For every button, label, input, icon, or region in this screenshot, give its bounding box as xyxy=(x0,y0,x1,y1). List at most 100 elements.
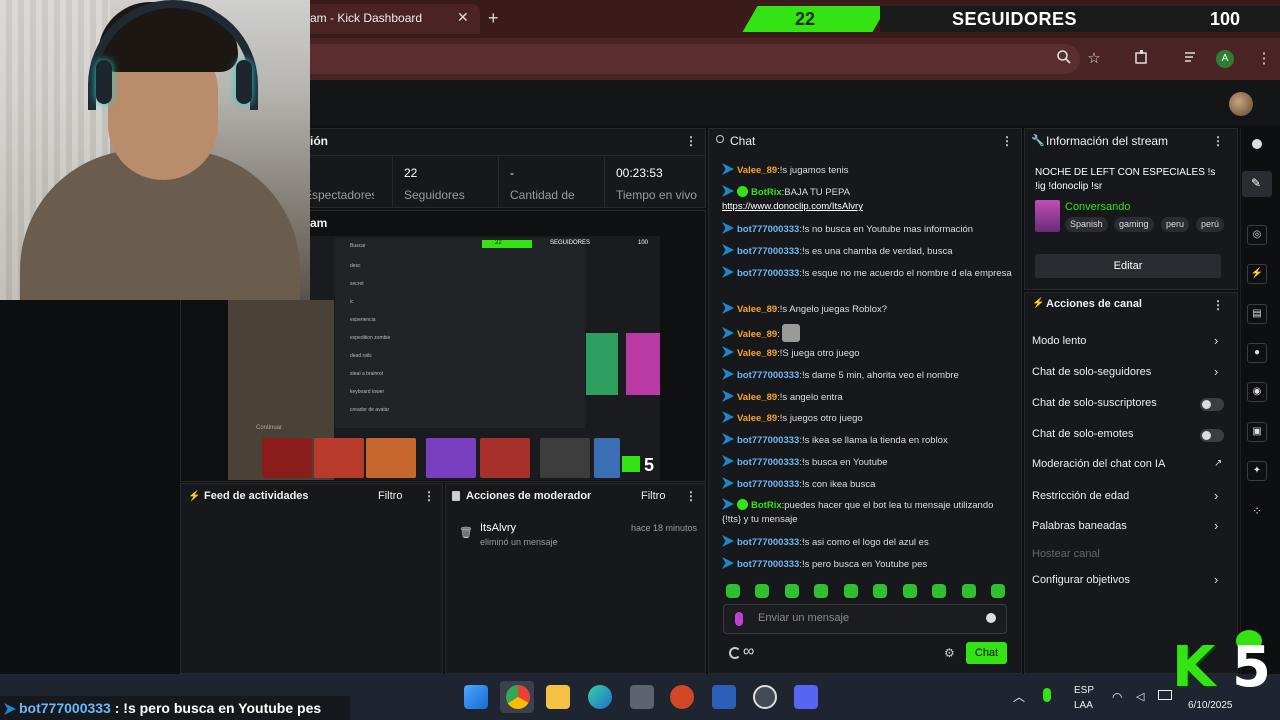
channel-action-item[interactable]: Moderación del chat con IA xyxy=(1032,458,1232,470)
stream-category[interactable]: Conversando xyxy=(1065,201,1130,213)
new-tab-icon[interactable]: + xyxy=(488,8,499,29)
chat-username[interactable]: bot777000333 xyxy=(737,537,799,548)
moderator-entry-user[interactable]: ItsAlvry xyxy=(480,522,516,534)
volume-icon[interactable]: ◁ xyxy=(1136,690,1144,703)
session-menu-icon[interactable]: ⋮ xyxy=(685,134,697,148)
broadcast-icon[interactable]: ◉ xyxy=(1247,382,1267,402)
chat-username[interactable]: Valee_89 xyxy=(737,304,777,315)
activity-filter-button[interactable]: Filtro xyxy=(378,490,402,502)
emote-button[interactable] xyxy=(814,584,828,598)
stack-icon[interactable]: ▣ xyxy=(1247,422,1267,442)
tray-language-layout[interactable]: LAA xyxy=(1074,700,1093,711)
activity-menu-icon[interactable]: ⋮ xyxy=(423,489,435,503)
channel-action-item[interactable]: Palabras baneadas xyxy=(1032,520,1232,532)
chat-username[interactable]: Valee_89 xyxy=(737,348,777,359)
chat-message: BotRix:BAJA TU PEPA https://www.donoclip.… xyxy=(722,185,1012,214)
emote-button[interactable] xyxy=(785,584,799,598)
file-explorer-icon[interactable] xyxy=(546,685,570,709)
toggle-switch[interactable] xyxy=(1200,429,1224,442)
chat-username[interactable]: Valee_89 xyxy=(737,329,777,340)
powerpoint-icon[interactable] xyxy=(670,685,694,709)
user-avatar[interactable] xyxy=(1229,92,1253,116)
info-icon[interactable] xyxy=(1252,139,1262,149)
chat-username[interactable]: bot777000333 xyxy=(737,479,799,490)
wifi-icon[interactable]: ◠ xyxy=(1112,690,1122,704)
moderator-entry-time: hace 18 minutos xyxy=(631,523,698,533)
chrome-icon[interactable] xyxy=(506,685,530,709)
obs-icon[interactable] xyxy=(753,685,777,709)
close-tab-icon[interactable]: ✕ xyxy=(457,9,469,26)
infinity-icon[interactable]: ∞ xyxy=(743,643,754,661)
profile-avatar[interactable]: A xyxy=(1216,50,1234,68)
edit-stream-button[interactable]: Editar xyxy=(1035,254,1221,278)
tray-chevron-up-icon[interactable]: ︿ xyxy=(1013,688,1025,705)
chevron-right-icon[interactable]: › xyxy=(1214,518,1218,533)
chat-username[interactable]: bot777000333 xyxy=(737,268,799,279)
tray-language[interactable]: ESP xyxy=(1074,685,1094,696)
extensions-icon[interactable] xyxy=(1132,49,1152,69)
chevron-right-icon[interactable]: › xyxy=(1214,333,1218,348)
emote-button[interactable] xyxy=(932,584,946,598)
chat-menu-icon[interactable]: ⋮ xyxy=(1001,134,1013,148)
stream-info-menu-icon[interactable]: ⋮ xyxy=(1212,134,1224,148)
emoji-icon[interactable] xyxy=(986,613,996,623)
address-bar[interactable] xyxy=(300,44,1080,74)
document-icon[interactable]: ▤ xyxy=(1247,304,1267,324)
chat-username[interactable]: Valee_89 xyxy=(737,413,777,424)
chat-username[interactable]: bot777000333 xyxy=(737,370,799,381)
chat-username[interactable]: bot777000333 xyxy=(737,435,799,446)
chevron-right-icon[interactable]: › xyxy=(1214,488,1218,503)
chat-username[interactable]: bot777000333 xyxy=(737,457,799,468)
channel-action-item[interactable]: Restricción de edad xyxy=(1032,490,1232,502)
battery-icon[interactable] xyxy=(1158,690,1172,700)
chat-username[interactable]: bot777000333 xyxy=(737,246,799,257)
emote-button[interactable] xyxy=(991,584,1005,598)
tray-date[interactable]: 6/10/2025 xyxy=(1188,700,1233,711)
chat-username[interactable]: BotRix xyxy=(751,500,782,511)
user-badge-icon xyxy=(722,498,734,510)
chat-settings-icon[interactable]: ⚙ xyxy=(944,646,955,660)
zoom-icon[interactable] xyxy=(1054,49,1074,69)
camera-icon[interactable]: ◎ xyxy=(1247,225,1267,245)
pencil-icon[interactable]: ✎ xyxy=(1251,176,1261,190)
windows-start-icon[interactable] xyxy=(464,685,488,709)
chat-bubble-icon[interactable]: ● xyxy=(1247,343,1267,363)
chat-username[interactable]: Valee_89 xyxy=(737,165,777,176)
chat-username[interactable]: BotRix xyxy=(751,187,782,198)
media-queue-icon[interactable] xyxy=(1181,49,1201,69)
tools-icon[interactable]: ✦ xyxy=(1247,461,1267,481)
emote-button[interactable] xyxy=(844,584,858,598)
moderator-menu-icon[interactable]: ⋮ xyxy=(685,489,697,503)
edge-icon[interactable] xyxy=(588,685,612,709)
channel-action-item[interactable]: Modo lento xyxy=(1032,335,1232,347)
emote-button[interactable] xyxy=(873,584,887,598)
channel-action-item[interactable]: Configurar objetivos xyxy=(1032,574,1232,586)
chevron-right-icon[interactable]: › xyxy=(1214,572,1218,587)
chat-username[interactable]: bot777000333 xyxy=(737,559,799,570)
emote-button[interactable] xyxy=(726,584,740,598)
word-icon[interactable] xyxy=(712,685,736,709)
channel-action-item[interactable]: Chat de solo-seguidores xyxy=(1032,366,1232,378)
channel-actions-menu-icon[interactable]: ⋮ xyxy=(1212,298,1224,312)
chat-users-icon[interactable] xyxy=(729,647,741,659)
external-link-icon[interactable]: ↗ xyxy=(1214,458,1222,469)
toggle-switch[interactable] xyxy=(1200,398,1224,411)
emote-button[interactable] xyxy=(962,584,976,598)
grid-icon[interactable]: ⁘ xyxy=(1252,504,1262,518)
calculator-icon[interactable] xyxy=(630,685,654,709)
bookmark-star-icon[interactable]: ☆ xyxy=(1084,49,1104,69)
emote-button[interactable] xyxy=(755,584,769,598)
chat-username[interactable]: Valee_89 xyxy=(737,392,777,403)
chat-link[interactable]: https://www.donoclip.com/ItsAlvry xyxy=(722,201,863,212)
chevron-right-icon[interactable]: › xyxy=(1214,364,1218,379)
chat-send-button[interactable]: Chat xyxy=(966,642,1007,664)
discord-icon[interactable] xyxy=(794,685,818,709)
tab-title[interactable]: am - Kick Dashboard xyxy=(310,11,422,25)
emote-button[interactable] xyxy=(903,584,917,598)
moderator-filter-button[interactable]: Filtro xyxy=(641,490,665,502)
chat-username[interactable]: bot777000333 xyxy=(737,224,799,235)
bolt-icon[interactable]: ⚡ xyxy=(1247,264,1267,284)
browser-menu-icon[interactable]: ⋮ xyxy=(1254,49,1274,69)
microphone-icon[interactable] xyxy=(1043,688,1051,702)
user-badge-icon xyxy=(722,368,734,380)
